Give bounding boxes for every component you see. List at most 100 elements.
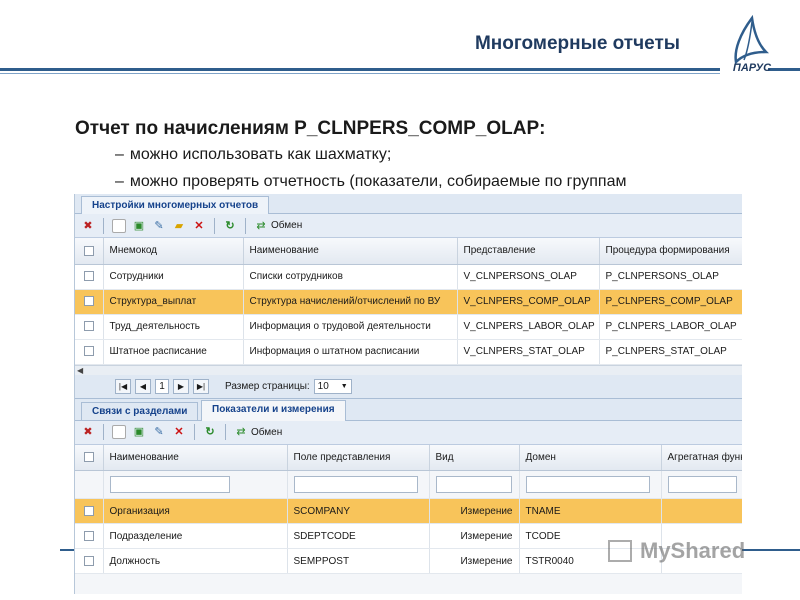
top-tabstrip: Настройки многомерных отчетов (75, 194, 742, 214)
edit-icon[interactable]: ✎ (152, 425, 166, 439)
cell-name: Списки сотрудников (243, 264, 458, 290)
tab-indicators-dimensions[interactable]: Показатели и измерения (201, 399, 346, 421)
filter-cell (75, 470, 104, 499)
header-rule-thin (0, 73, 720, 74)
filter-name-cell (103, 470, 288, 499)
exchange-button[interactable]: ⇄ Обмен (254, 219, 302, 233)
filter-name-input[interactable] (109, 476, 230, 493)
filter-domain-cell (519, 470, 662, 499)
filter-field-input[interactable] (293, 476, 418, 493)
column-header[interactable]: Поле представления (287, 444, 430, 471)
watermark: MyShared (640, 538, 746, 563)
refresh-icon[interactable]: ↻ (223, 219, 237, 233)
column-header[interactable]: Домен (519, 444, 662, 471)
column-header[interactable]: Агрегатная функ (661, 444, 742, 471)
cell-view: V_CLNPERS_LABOR_OLAP (457, 314, 600, 340)
new-icon[interactable] (112, 425, 126, 439)
table-row[interactable]: Сотрудники Списки сотрудников V_CLNPERSO… (75, 264, 742, 290)
bullet-item: – можно использовать как шахматку; (115, 146, 392, 163)
row-checkbox[interactable] (75, 314, 104, 340)
column-header[interactable]: Процедура формирования (599, 238, 742, 265)
page-number-input[interactable]: 1 (155, 378, 169, 394)
exchange-icon: ⇄ (236, 426, 246, 438)
refresh-icon[interactable]: ↻ (203, 425, 217, 439)
horizontal-scrollbar[interactable]: ◀ (75, 364, 742, 375)
cell-domain: TNAME (519, 498, 662, 524)
cell-mnemocode: Структура_выплат (103, 289, 244, 315)
cell-name: Информация о трудовой деятельности (243, 314, 458, 340)
row-checkbox[interactable] (75, 339, 104, 365)
cell-procedure: P_CLNPERSONS_OLAP (599, 264, 742, 290)
toolbar-top: ✖ ▣ ✎ ▰ ✕ ↻ ⇄ Обмен (75, 214, 742, 238)
delete-icon[interactable]: ✕ (172, 425, 186, 439)
toolbar-bottom: ✖ ▣ ✎ ✕ ↻ ⇄ Обмен (75, 420, 742, 445)
row-checkbox[interactable] (75, 523, 104, 549)
cell-mnemocode: Труд_деятельность (103, 314, 244, 340)
table-row-selected[interactable]: Структура_выплат Структура начислений/от… (75, 289, 742, 315)
table-row-selected[interactable]: Организация SCOMPANY Измерение TNAME (75, 498, 742, 524)
cell-kind: Измерение (429, 523, 520, 549)
chevron-down-icon: ▼ (340, 382, 348, 390)
folder-icon[interactable]: ▰ (172, 219, 186, 233)
add-icon[interactable]: ▣ (132, 219, 146, 233)
watermark-icon (608, 540, 632, 562)
row-checkbox[interactable] (75, 548, 104, 574)
grid-header-row: Наименование Поле представления Вид Доме… (75, 444, 742, 471)
cell-mnemocode: Сотрудники (103, 264, 244, 290)
grid-header-row: Мнемокод Наименование Представление Проц… (75, 238, 742, 265)
delete-config-icon[interactable]: ✖ (81, 219, 95, 233)
next-page-button[interactable]: ▶ (173, 378, 189, 394)
reports-grid: Мнемокод Наименование Представление Проц… (75, 238, 742, 365)
column-header[interactable]: Представление (457, 238, 600, 265)
row-checkbox[interactable] (75, 498, 104, 524)
cell-kind: Измерение (429, 548, 520, 574)
slide-title: Многомерные отчеты (474, 33, 680, 54)
cell-name: Должность (103, 548, 288, 574)
row-checkbox[interactable] (75, 289, 104, 315)
footer-rule-left (60, 549, 74, 551)
select-all-checkbox[interactable] (75, 444, 104, 471)
toolbar-separator (214, 217, 215, 234)
filter-kind-cell (429, 470, 520, 499)
tab-report-settings[interactable]: Настройки многомерных отчетов (81, 196, 270, 214)
cell-view-field: SEMPPOST (287, 548, 430, 574)
cell-procedure: P_CLNPERS_STAT_OLAP (599, 339, 742, 365)
tab-section-links[interactable]: Связи с разделами (81, 401, 199, 420)
table-row[interactable]: Штатное расписание Информация о штатном … (75, 339, 742, 365)
column-header[interactable]: Мнемокод (103, 238, 244, 265)
prev-page-button[interactable]: ◀ (135, 378, 151, 394)
cell-view: V_CLNPERS_COMP_OLAP (457, 289, 600, 315)
filter-domain-input[interactable] (525, 476, 650, 493)
cell-name: Подразделение (103, 523, 288, 549)
exchange-icon: ⇄ (256, 219, 266, 232)
add-icon[interactable]: ▣ (132, 425, 146, 439)
delete-config-icon[interactable]: ✖ (81, 425, 95, 439)
new-icon[interactable] (112, 218, 126, 233)
column-header[interactable]: Наименование (103, 444, 288, 471)
cell-name: Информация о штатном расписании (243, 339, 458, 365)
exchange-button[interactable]: ⇄ Обмен (234, 425, 282, 439)
table-row[interactable]: Труд_деятельность Информация о трудовой … (75, 314, 742, 340)
page-size-select[interactable]: 10 ▼ (313, 378, 352, 394)
last-page-button[interactable]: ▶| (193, 378, 209, 394)
bottom-tabstrip: Связи с разделами Показатели и измерения (75, 398, 742, 421)
filter-aggregate-input[interactable] (667, 476, 737, 493)
bullet-item: – можно проверять отчетность (показатели,… (115, 173, 627, 190)
cell-procedure: P_CLNPERS_LABOR_OLAP (599, 314, 742, 340)
cell-mnemocode: Штатное расписание (103, 339, 244, 365)
filter-kind-input[interactable] (435, 476, 512, 493)
row-checkbox[interactable] (75, 264, 104, 290)
first-page-button[interactable]: |◀ (115, 378, 131, 394)
edit-icon[interactable]: ✎ (152, 219, 166, 233)
cell-kind: Измерение (429, 498, 520, 524)
cell-aggregate (661, 498, 742, 524)
toolbar-separator (194, 424, 195, 440)
delete-icon[interactable]: ✕ (192, 219, 206, 233)
column-header[interactable]: Вид (429, 444, 520, 471)
select-all-checkbox[interactable] (75, 238, 104, 265)
cell-view: V_CLNPERS_STAT_OLAP (457, 339, 600, 365)
toolbar-separator (103, 217, 104, 234)
slide-heading: Отчет по начислениям P_CLNPERS_COMP_OLAP… (75, 118, 546, 139)
column-header[interactable]: Наименование (243, 238, 458, 265)
scroll-left-icon[interactable]: ◀ (77, 366, 83, 375)
